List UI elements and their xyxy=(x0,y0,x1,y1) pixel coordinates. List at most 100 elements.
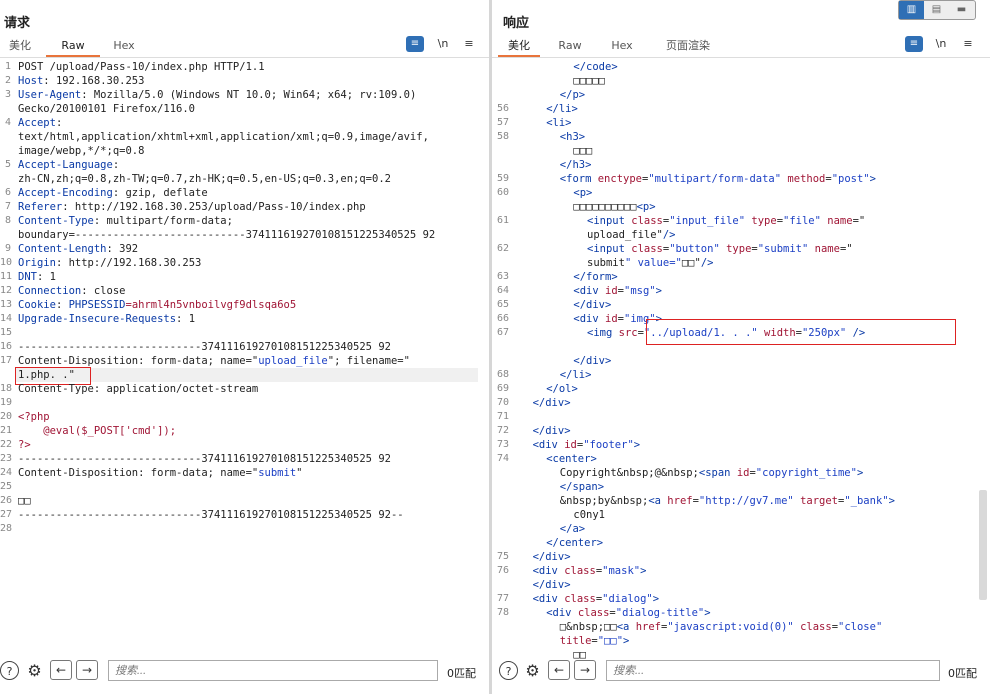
tag: <span xyxy=(698,467,731,479)
code-line: <li> xyxy=(546,116,571,130)
line-number: 78 xyxy=(496,607,509,618)
line-number: 16 xyxy=(0,341,13,352)
code-line: zh-CN,zh;q=0.8,zh-TW;q=0.7,zh-HK;q=0.5,e… xyxy=(18,172,391,186)
tag: > xyxy=(652,593,660,605)
wrap-lines-icon[interactable]: ≡ xyxy=(406,36,424,52)
line-number: 74 xyxy=(496,453,509,464)
code-line: </p> xyxy=(560,88,585,102)
help-icon[interactable]: ? xyxy=(0,661,19,680)
attr-value: "footer" xyxy=(583,439,634,451)
tabs-divider xyxy=(0,57,489,58)
line-number xyxy=(0,144,11,158)
tag: > xyxy=(565,117,572,129)
code-line: <p> xyxy=(573,186,592,200)
attr-value: "http://gv7.me" xyxy=(698,495,794,507)
tab-pretty[interactable]: 美化 xyxy=(2,37,38,55)
tab-hex[interactable]: Hex xyxy=(604,37,640,55)
search-input[interactable] xyxy=(108,660,438,681)
line-number: 10 xyxy=(0,257,13,268)
tab-raw[interactable]: Raw xyxy=(46,37,100,57)
line-number: 27 xyxy=(0,509,13,520)
attr-name: id xyxy=(605,313,618,325)
tag: </span xyxy=(559,481,598,493)
code-line: </li> xyxy=(560,368,592,382)
wrap-lines-icon[interactable]: ≡ xyxy=(905,36,923,52)
text: upload_file" xyxy=(587,229,663,241)
layout-stacked-icon[interactable]: ▤ xyxy=(924,1,949,19)
line-number: 9 xyxy=(4,243,11,254)
response-editor[interactable]: </code> □□□□□ </p> 56 </li> 57 <li> 58 <h3> □□□ </… xyxy=(492,60,976,661)
attr-name: type xyxy=(751,215,777,227)
back-arrow-icon[interactable]: ← xyxy=(50,660,72,680)
line-number: 12 xyxy=(0,285,13,296)
code-line: -----------------------------37411161927… xyxy=(18,340,391,354)
line-number xyxy=(492,144,509,158)
forward-arrow-icon[interactable]: → xyxy=(76,660,98,680)
tag: <input xyxy=(587,243,625,255)
line-text: " xyxy=(296,467,303,479)
response-title: 响应 xyxy=(503,16,530,31)
tab-hex[interactable]: Hex xyxy=(106,37,142,55)
code-line: □□□□□ xyxy=(573,74,605,88)
attr-name: enctype xyxy=(597,173,642,185)
header-name: Upgrade-Insecure-Requests xyxy=(18,313,177,325)
attr-name: target xyxy=(800,495,839,507)
header-value: : 1 xyxy=(36,271,56,283)
back-arrow-icon[interactable]: ← xyxy=(548,660,570,680)
settings-icon[interactable]: ⚙ xyxy=(523,661,542,680)
line-number: 19 xyxy=(0,397,13,408)
menu-icon[interactable]: ≡ xyxy=(959,36,977,52)
code-line: text/html,application/xhtml+xml,applicat… xyxy=(18,130,429,144)
line-number xyxy=(0,228,11,242)
tab-raw[interactable]: Raw xyxy=(552,37,588,55)
response-pane: ▥ ▤ ▬ 响应 美化 Raw Hex 页面渲染 ≡ \n ≡ </code> □… xyxy=(492,0,990,694)
header-value: : xyxy=(112,159,120,171)
request-footer: ? ⚙ ← → 0匹配 xyxy=(0,656,489,686)
menu-icon[interactable]: ≡ xyxy=(460,36,478,52)
search-input[interactable] xyxy=(606,660,940,681)
layout-side-by-side-icon[interactable]: ▥ xyxy=(899,1,924,19)
tag: <a xyxy=(648,495,661,507)
tag: <p xyxy=(636,201,650,213)
line-text: ?> xyxy=(18,439,31,451)
tag: </li xyxy=(546,103,572,115)
tag: > xyxy=(578,89,586,101)
line-number xyxy=(492,466,509,480)
line-number: 7 xyxy=(4,201,11,212)
request-editor[interactable]: 1 POST /upload/Pass-10/index.php HTTP/1.1… xyxy=(0,60,489,650)
tab-render[interactable]: 页面渲染 xyxy=(658,37,718,55)
header-name: Connection xyxy=(18,285,82,297)
response-scrollbar[interactable] xyxy=(979,490,987,600)
help-icon[interactable]: ? xyxy=(499,661,518,680)
line-text: Content-Disposition: form-data; name=" xyxy=(18,355,259,367)
code-line: Host: 192.168.30.253 xyxy=(18,74,144,88)
line-number: 26 xyxy=(0,495,13,506)
cookie-name: PHPSESSID xyxy=(68,299,126,311)
code-line: submit" value="□□"/> xyxy=(587,256,713,270)
code-line: upload_file"/> xyxy=(587,228,676,242)
settings-icon[interactable]: ⚙ xyxy=(25,661,44,680)
code-line: </div> xyxy=(533,424,571,438)
tag: > xyxy=(596,537,604,549)
newline-toggle[interactable]: \n xyxy=(434,36,452,52)
attr-name: href xyxy=(667,495,693,507)
line-number: 21 xyxy=(0,425,13,436)
tag: </code xyxy=(573,61,612,73)
newline-toggle[interactable]: \n xyxy=(932,36,950,52)
text: □□□ xyxy=(573,145,593,157)
tag: <div xyxy=(532,565,558,577)
tab-pretty[interactable]: 美化 xyxy=(498,37,540,57)
request-pane: 请求 美化 Raw Hex ≡ \n ≡ 1 POST /upload/Pass-… xyxy=(0,0,489,694)
line-number: 14 xyxy=(0,313,13,324)
line-number: 4 xyxy=(4,117,11,128)
line-number: 24 xyxy=(0,467,13,478)
line-number xyxy=(0,130,11,144)
code-line: </div> xyxy=(533,550,571,564)
tag: </h3 xyxy=(559,159,586,171)
attr-value: "close" xyxy=(838,621,883,633)
layout-tabs-icon[interactable]: ▬ xyxy=(949,1,974,19)
forward-arrow-icon[interactable]: → xyxy=(574,660,596,680)
code-line: <input class="input_file" type="file" na… xyxy=(587,214,865,228)
line-number xyxy=(492,256,509,270)
attr-name: class xyxy=(577,607,610,619)
